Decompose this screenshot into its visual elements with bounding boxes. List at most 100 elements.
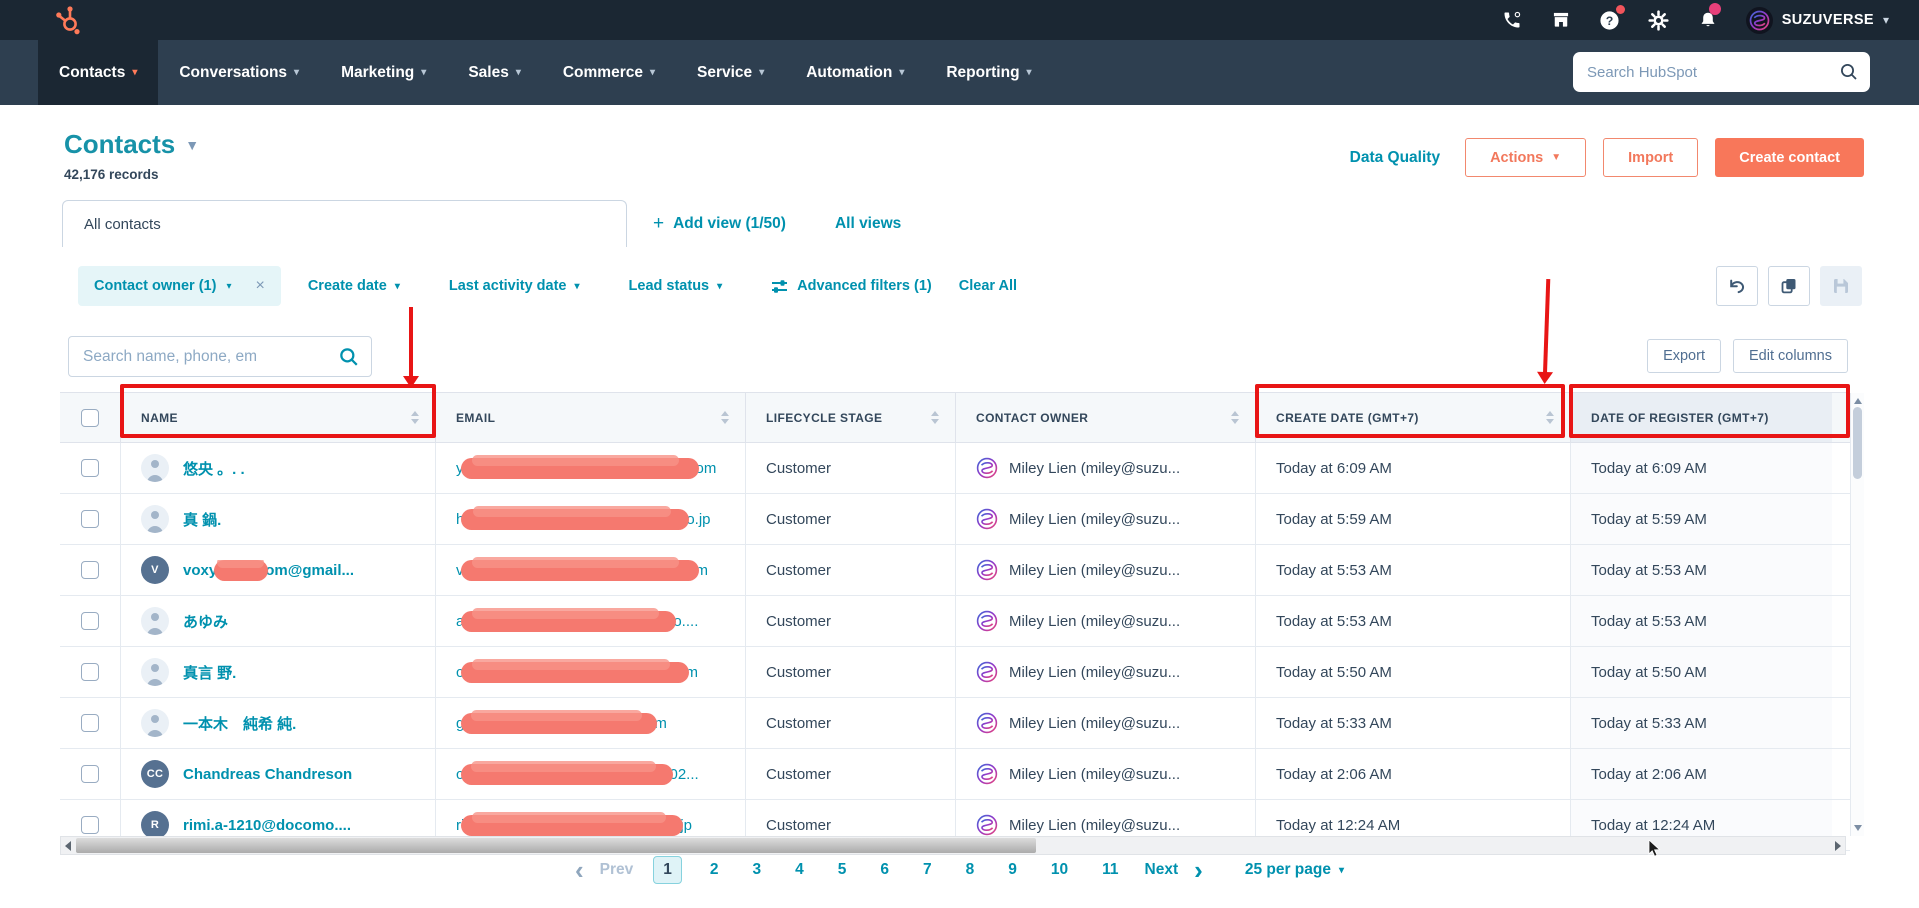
settings-gear-icon[interactable] [1648,9,1670,31]
nav-item-sales[interactable]: Sales▾ [447,40,542,105]
page-3[interactable]: 3 [747,857,768,883]
sort-icon[interactable] [1546,411,1554,424]
nav-item-marketing[interactable]: Marketing▾ [320,40,447,105]
page-title[interactable]: Contacts▼ [64,129,199,160]
contact-email[interactable]: c02... [456,764,699,785]
sort-icon[interactable] [721,411,729,424]
page-5[interactable]: 5 [832,857,853,883]
row-checkbox[interactable] [81,816,99,834]
column-header-email[interactable]: EMAIL [435,393,745,442]
sort-icon[interactable] [931,411,939,424]
scroll-left-icon[interactable] [65,841,71,851]
export-button[interactable]: Export [1647,339,1721,373]
page-2[interactable]: 2 [704,857,725,883]
contact-email[interactable]: cm [456,662,698,683]
scroll-up-icon[interactable] [1854,398,1862,404]
next-page-button[interactable]: Next [1145,861,1179,879]
page-6[interactable]: 6 [874,857,895,883]
row-checkbox[interactable] [81,459,99,477]
contact-email[interactable]: vm [456,560,708,581]
page-1[interactable]: 1 [653,856,682,884]
page-11[interactable]: 11 [1096,857,1124,883]
column-header-register-date[interactable]: DATE OF REGISTER (GMT+7) [1570,393,1832,442]
row-checkbox[interactable] [81,714,99,732]
hubspot-logo-icon[interactable] [56,5,83,35]
row-checkbox[interactable] [81,612,99,630]
contact-name-link[interactable]: 一本木 純希 純. [183,713,296,734]
contact-name-link[interactable]: 真 鍋. [183,509,221,530]
contact-name-link[interactable]: voxyom@gmail... [183,560,354,581]
nav-item-contacts[interactable]: Contacts▾ [38,40,158,105]
page-8[interactable]: 8 [960,857,981,883]
prev-page-button[interactable]: Prev [600,861,634,879]
advanced-filters-button[interactable]: Advanced filters (1) [771,278,932,294]
column-header-name[interactable]: NAME [120,393,435,442]
sort-icon[interactable] [411,411,419,424]
actions-button[interactable]: Actions▼ [1465,138,1586,177]
page-9[interactable]: 9 [1002,857,1023,883]
contact-email[interactable]: ao.... [456,611,698,632]
scroll-down-icon[interactable] [1854,825,1862,831]
column-header-create-date[interactable]: CREATE DATE (GMT+7) [1255,393,1570,442]
search-icon[interactable] [339,347,359,367]
notifications-bell-icon[interactable] [1697,9,1719,31]
last-activity-filter[interactable]: Last activity date▾ [449,278,580,294]
global-search-input[interactable] [1573,64,1840,81]
search-icon[interactable] [1840,63,1858,81]
scroll-right-icon[interactable] [1835,841,1841,851]
data-quality-link[interactable]: Data Quality [1350,149,1440,167]
vertical-scrollbar[interactable] [1850,393,1864,836]
contact-name-link[interactable]: 悠央 。. . [183,458,245,479]
call-icon[interactable] [1501,9,1523,31]
create-date-filter[interactable]: Create date▾ [308,278,400,294]
edit-columns-button[interactable]: Edit columns [1733,339,1848,373]
row-checkbox[interactable] [81,510,99,528]
page-7[interactable]: 7 [917,857,938,883]
horizontal-scrollbar[interactable] [60,836,1846,855]
horizontal-scroll-thumb[interactable] [76,838,1036,853]
nav-item-conversations[interactable]: Conversations▾ [158,40,320,105]
nav-item-commerce[interactable]: Commerce▾ [542,40,676,105]
page-10[interactable]: 10 [1045,857,1074,883]
global-search[interactable] [1573,52,1870,92]
page-4[interactable]: 4 [789,857,810,883]
sort-icon[interactable] [1231,411,1239,424]
contact-email[interactable]: rijp [456,815,692,836]
contact-name-link[interactable]: rimi.a-1210@docomo.... [183,817,351,834]
table-search[interactable] [68,336,372,377]
row-checkbox[interactable] [81,663,99,681]
create-contact-button[interactable]: Create contact [1715,138,1864,177]
table-search-input[interactable] [69,348,337,366]
contact-name-link[interactable]: あゆみ [183,611,228,632]
row-checkbox[interactable] [81,765,99,783]
clear-all-link[interactable]: Clear All [959,278,1017,294]
marketplace-icon[interactable] [1550,9,1572,31]
vertical-scroll-thumb[interactable] [1853,407,1862,479]
nav-item-reporting[interactable]: Reporting▾ [925,40,1052,105]
all-views-link[interactable]: All views [835,215,901,233]
column-header-lifecycle[interactable]: LIFECYCLE STAGE [745,393,955,442]
lead-status-filter[interactable]: Lead status▾ [629,278,723,294]
help-icon[interactable]: ? [1599,9,1621,31]
per-page-select[interactable]: 25 per page▾ [1245,861,1344,879]
import-button[interactable]: Import [1603,138,1698,177]
contact-name-link[interactable]: Chandreas Chandreson [183,766,352,783]
contact-owner-filter-chip[interactable]: Contact owner (1) ▾ × [78,266,281,306]
add-view-button[interactable]: + Add view (1/50) [653,213,786,235]
contact-email[interactable]: gm [456,713,667,734]
nav-item-automation[interactable]: Automation▾ [785,40,925,105]
contact-name-link[interactable]: 真言 野. [183,662,236,683]
chevron-right-icon[interactable]: › [1194,857,1203,883]
clone-button[interactable] [1768,266,1810,306]
nav-item-service[interactable]: Service▾ [676,40,785,105]
tab-all-contacts[interactable]: All contacts [62,200,627,247]
select-all-checkbox[interactable] [81,409,99,427]
contact-email[interactable]: yom [456,458,716,479]
contact-email[interactable]: ho.jp [456,509,711,530]
remove-filter-icon[interactable]: × [255,277,264,295]
account-menu[interactable]: SUZUVERSE ▾ [1746,7,1889,34]
column-header-owner[interactable]: CONTACT OWNER [955,393,1255,442]
undo-button[interactable] [1716,266,1758,306]
row-checkbox[interactable] [81,561,99,579]
chevron-left-icon[interactable]: ‹ [575,857,584,883]
